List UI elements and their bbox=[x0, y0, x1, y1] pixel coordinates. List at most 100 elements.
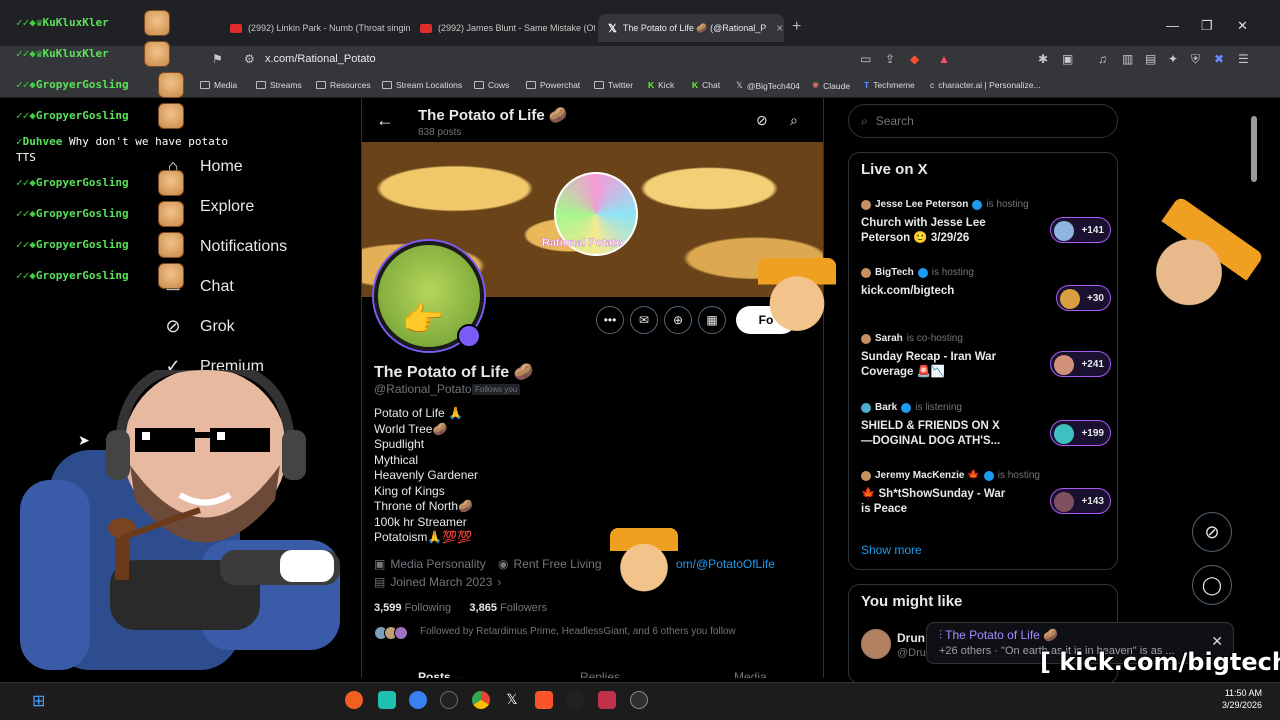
tab-replies[interactable]: Replies bbox=[580, 670, 620, 678]
app-icon[interactable] bbox=[598, 691, 616, 709]
vpn-icon[interactable]: ⛨ bbox=[1191, 52, 1200, 67]
follow-stats: 3,599 Following 3,865 Followers bbox=[374, 602, 547, 614]
live-space-item[interactable]: Jeremy MacKenzie 🍁 is hosting 🍁 Sh*tShowS… bbox=[861, 470, 1111, 517]
search-icon[interactable]: ⌕ bbox=[790, 112, 798, 129]
close-tab-icon[interactable]: × bbox=[776, 21, 783, 35]
location-text: Rent Free Living bbox=[513, 557, 602, 571]
followers-label: Followers bbox=[500, 602, 548, 614]
brave-icon[interactable] bbox=[535, 691, 553, 709]
shop-button[interactable]: ▦ bbox=[698, 306, 726, 334]
install-icon[interactable]: ▭ bbox=[860, 52, 871, 66]
close-window-icon[interactable]: ✕ bbox=[1237, 18, 1248, 34]
browser-tab-1[interactable]: (2992) Linkin Park - Numb (Throat singin… bbox=[220, 14, 410, 42]
tab-media[interactable]: Media bbox=[734, 670, 767, 678]
windows-start-icon[interactable]: ⊞ bbox=[32, 691, 50, 710]
bookmark-bigtech404[interactable]: 𝕏 @BigTech404 bbox=[736, 80, 800, 91]
media-icon[interactable]: ♫ bbox=[1098, 52, 1107, 66]
stream-overlay-text: [ kick.com/bigtech ] bbox=[1040, 648, 1280, 676]
bookmark-streams[interactable]: Streams bbox=[256, 80, 302, 90]
site-info-icon[interactable]: ⚙ bbox=[244, 52, 255, 66]
brave-shield-icon[interactable]: ◆ bbox=[910, 52, 919, 66]
tab-title: The Potato of Life 🥔 (@Rational_P bbox=[622, 22, 767, 33]
extension-x-icon[interactable]: ✖ bbox=[1214, 52, 1224, 66]
app-icon[interactable] bbox=[378, 691, 396, 709]
suggested-user-avatar[interactable] bbox=[861, 629, 891, 659]
tab-posts[interactable]: Posts ⌄ bbox=[418, 670, 464, 678]
chat-badge: ✓✓◆ bbox=[16, 207, 36, 220]
browser-tab-active[interactable]: 𝕏 The Potato of Life 🥔 (@Rational_P × bbox=[598, 14, 784, 42]
bookmark-powerchat[interactable]: Powerchat bbox=[526, 80, 580, 90]
browser-tab-2[interactable]: (2992) James Blunt - Same Mistake (Offic… bbox=[410, 14, 595, 42]
url-field[interactable]: x.com/Rational_Potato bbox=[265, 53, 376, 65]
app-icon[interactable] bbox=[345, 691, 363, 709]
suggested-user-name[interactable]: Drun bbox=[897, 631, 925, 645]
more-options-button[interactable]: ••• bbox=[596, 306, 624, 334]
bookmark-techmeme[interactable]: T Techmeme bbox=[864, 80, 915, 90]
chevron-down-icon: ⌄ bbox=[454, 670, 465, 678]
wallet-icon[interactable]: ▣ bbox=[1062, 52, 1073, 66]
leo-icon[interactable]: ✦ bbox=[1168, 52, 1178, 66]
bookmark-label: Stream Locations bbox=[396, 80, 463, 90]
followers-link[interactable]: 3,865 Followers bbox=[469, 602, 547, 614]
following-label: Following bbox=[404, 602, 452, 614]
extensions-icon[interactable]: ✱ bbox=[1038, 52, 1048, 66]
chat-badge: ✓✓◆ bbox=[16, 238, 36, 251]
system-clock[interactable]: 11:50 AM 3/29/2026 bbox=[1222, 687, 1262, 711]
bookmark-media[interactable]: Media bbox=[200, 80, 237, 90]
app-icon[interactable] bbox=[566, 691, 584, 709]
chat-username: GropyerGosling bbox=[35, 176, 129, 189]
profile-link[interactable]: om/@PotatoOfLife bbox=[676, 557, 775, 571]
chat-line: ✓✓◆GropyerGosling bbox=[16, 78, 129, 91]
host-name: BigTech bbox=[875, 267, 914, 278]
app-icon[interactable] bbox=[409, 691, 427, 709]
link-text[interactable]: om/@PotatoOfLife bbox=[676, 557, 775, 571]
live-space-item[interactable]: BigTech is hosting kick.com/bigtech +30 bbox=[861, 267, 1111, 311]
grok-fab-button[interactable]: ⊘ bbox=[1192, 512, 1232, 552]
brave-rewards-icon[interactable]: ▲ bbox=[938, 52, 950, 66]
bookmark-claude[interactable]: ✺ Claude bbox=[812, 80, 850, 91]
menu-icon[interactable]: ☰ bbox=[1238, 52, 1249, 66]
tab-label: Replies bbox=[580, 670, 621, 678]
messages-fab-button[interactable]: ◯ bbox=[1192, 565, 1232, 605]
app-icon[interactable] bbox=[440, 691, 458, 709]
live-host: Sarah is co-hosting bbox=[861, 333, 1111, 344]
following-link[interactable]: 3,599 Following bbox=[374, 602, 451, 614]
bookmark-kick[interactable]: K Kick bbox=[648, 80, 674, 90]
tab-title: (2992) Linkin Park - Numb (Throat singin… bbox=[248, 23, 410, 33]
bookmark-resources[interactable]: Resources bbox=[316, 80, 371, 90]
bookmark-twitter[interactable]: Twitter bbox=[594, 80, 633, 90]
bookmark-cows[interactable]: Cows bbox=[474, 80, 509, 90]
bookmark-characterai[interactable]: c character.ai | Personalize... bbox=[930, 80, 1041, 90]
chrome-icon[interactable] bbox=[472, 691, 490, 709]
grok-icon[interactable]: ⊘ bbox=[756, 112, 768, 129]
search-input[interactable]: ⌕ Search bbox=[848, 104, 1118, 138]
folder-icon bbox=[316, 81, 326, 89]
listener-count: +199 bbox=[1050, 420, 1111, 446]
host-status: is co-hosting bbox=[906, 333, 963, 344]
sidebar-icon[interactable]: ▥ bbox=[1122, 52, 1133, 66]
live-space-item[interactable]: Jesse Lee Peterson is hosting Church with… bbox=[861, 199, 1111, 246]
tab-search-icon[interactable]: ▤ bbox=[1145, 52, 1156, 66]
bell-plus-icon: ⊕ bbox=[672, 313, 684, 327]
obs-icon[interactable] bbox=[630, 691, 648, 709]
calendar-icon: ▤ bbox=[374, 575, 386, 589]
scrollbar-thumb[interactable] bbox=[1251, 116, 1257, 182]
show-more-link[interactable]: Show more bbox=[861, 543, 922, 557]
subscribe-button[interactable]: ⊕ bbox=[664, 306, 692, 334]
live-host: Jesse Lee Peterson is hosting bbox=[861, 199, 1111, 210]
share-icon[interactable]: ⇪ bbox=[885, 52, 895, 66]
message-button[interactable]: ✉ bbox=[630, 306, 658, 334]
live-space-item[interactable]: Bark is listening SHIELD & FRIENDS ON X —… bbox=[861, 402, 1111, 449]
bookmark-icon[interactable]: ⚑ bbox=[212, 52, 223, 66]
live-space-item[interactable]: Sarah is co-hosting Sunday Recap - Iran W… bbox=[861, 333, 1111, 380]
bookmark-stream-locations[interactable]: Stream Locations bbox=[382, 80, 462, 90]
x-logo-icon[interactable]: 𝕏 bbox=[503, 691, 521, 709]
maximize-icon[interactable]: ❐ bbox=[1201, 18, 1213, 34]
minimize-icon[interactable]: — bbox=[1166, 18, 1179, 33]
bookmark-chat[interactable]: K Chat bbox=[692, 80, 720, 90]
new-tab-button[interactable]: + bbox=[792, 18, 801, 36]
scrollbar[interactable] bbox=[1250, 104, 1258, 678]
nav-grok[interactable]: ⊘ Grok bbox=[160, 316, 234, 337]
followed-by-text[interactable]: Followed by Retardimus Prime, HeadlessGi… bbox=[420, 626, 736, 637]
back-arrow-icon[interactable]: ← bbox=[376, 110, 394, 131]
